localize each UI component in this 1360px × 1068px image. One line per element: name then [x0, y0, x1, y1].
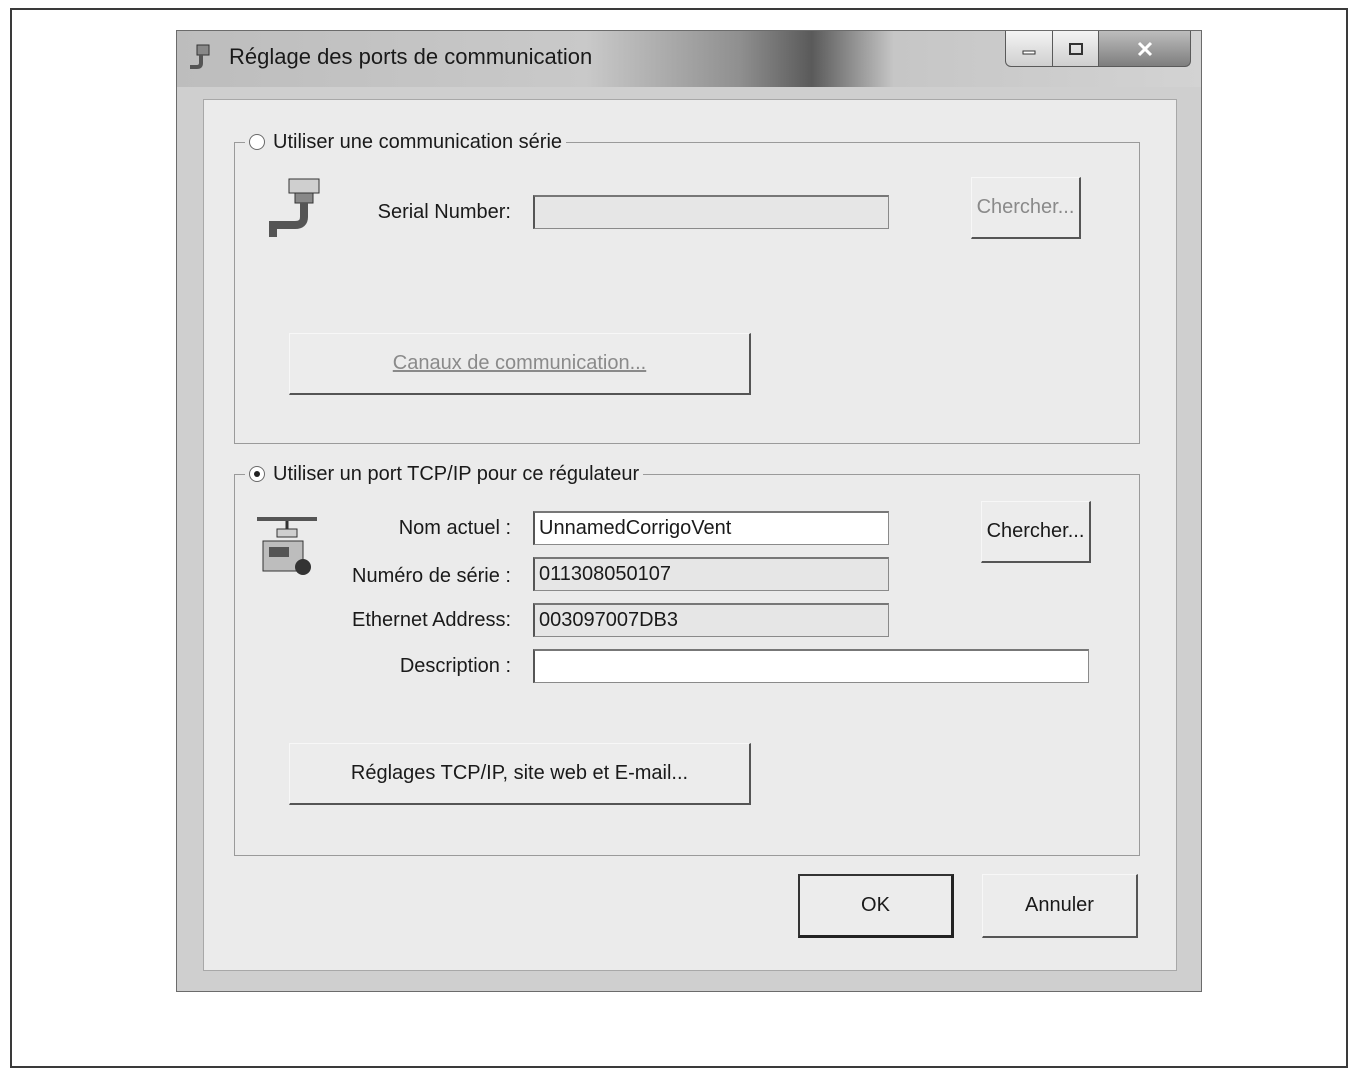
description-field[interactable] — [533, 649, 1089, 683]
ethernet-label: Ethernet Address: — [352, 609, 511, 631]
tcp-settings-button[interactable]: Réglages TCP/IP, site web et E-mail... — [289, 743, 751, 805]
channels-button[interactable]: Canaux de communication... — [289, 333, 751, 395]
tcp-radio[interactable] — [249, 466, 265, 482]
tcp-search-label: Chercher... — [986, 520, 1085, 542]
dialog-client: Utiliser une communication série Serial … — [203, 99, 1177, 971]
ok-button[interactable]: OK — [798, 874, 954, 938]
current-name-label: Nom actuel : — [398, 517, 511, 539]
cancel-button[interactable]: Annuler — [982, 874, 1138, 938]
serial-number-field[interactable] — [533, 195, 889, 229]
dialog-window: Réglage des ports de communication Utili… — [176, 30, 1202, 992]
serial-search-label: Chercher... — [976, 196, 1075, 218]
maximize-button[interactable] — [1053, 31, 1099, 67]
serial-plug-icon — [269, 178, 320, 237]
serial-search-button[interactable]: Chercher... — [971, 177, 1081, 239]
cancel-label: Annuler — [1025, 894, 1094, 916]
network-controller-icon — [257, 517, 317, 575]
channels-label: Canaux de communication... — [392, 352, 647, 374]
serial-number-label: Serial Number: — [377, 201, 511, 223]
tcp-option-label: Utiliser un port TCP/IP pour ce régulate… — [273, 462, 640, 485]
tcp-group: Utiliser un port TCP/IP pour ce régulate… — [234, 461, 1140, 856]
tcp-settings-label: Réglages TCP/IP, site web et E-mail... — [350, 762, 689, 784]
current-name-field[interactable]: UnnamedCorrigoVent — [533, 511, 889, 545]
serial-no-field[interactable]: 011308050107 — [533, 557, 889, 591]
serial-group: Utiliser une communication série Serial … — [234, 129, 1140, 444]
serial-option-label: Utiliser une communication série — [273, 130, 563, 153]
serial-no-label: Numéro de série : — [352, 565, 511, 587]
serial-option[interactable]: Utiliser une communication série — [245, 129, 567, 155]
minimize-button[interactable] — [1005, 31, 1053, 67]
tcp-option[interactable]: Utiliser un port TCP/IP pour ce régulate… — [245, 461, 644, 487]
serial-plug-icon — [190, 44, 210, 69]
close-button[interactable] — [1099, 31, 1191, 67]
window-controls — [1005, 31, 1191, 69]
description-label: Description : — [399, 655, 511, 677]
serial-radio[interactable] — [249, 134, 265, 150]
close-icon — [1137, 41, 1152, 56]
ethernet-field[interactable]: 003097007DB3 — [533, 603, 889, 637]
tcp-search-button[interactable]: Chercher... — [981, 501, 1091, 563]
ok-label: OK — [861, 894, 890, 916]
maximize-icon — [1068, 42, 1083, 55]
minimize-icon — [1022, 50, 1036, 54]
window-title: Réglage des ports de communication — [229, 44, 593, 69]
title-bar[interactable]: Réglage des ports de communication — [177, 31, 1201, 87]
